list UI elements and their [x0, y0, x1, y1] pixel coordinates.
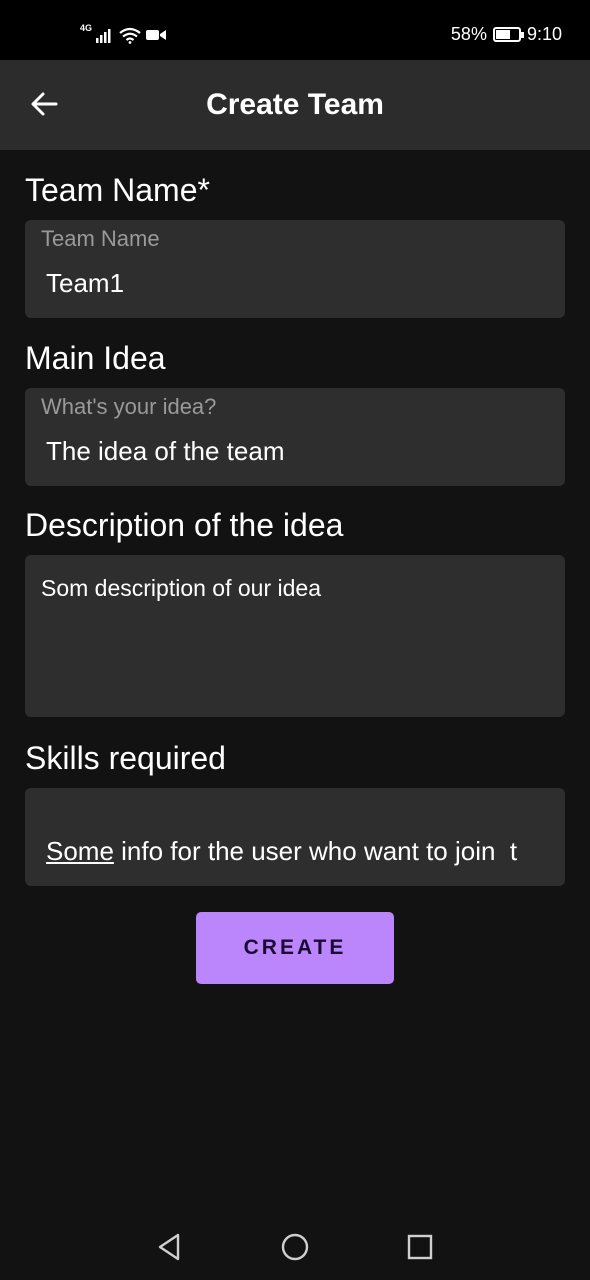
main-idea-label: Main Idea	[25, 340, 166, 376]
description-label: Description of the idea	[25, 507, 344, 543]
skills-value: Some info for the user who want to join …	[46, 836, 517, 867]
video-camera-icon	[146, 30, 167, 40]
page-title: Create Team	[206, 88, 384, 121]
main-idea-hint: What's your idea?	[41, 394, 217, 419]
skills-value-underlined: Some	[46, 836, 114, 866]
battery-cap	[520, 32, 524, 38]
battery-icon	[492, 27, 524, 42]
status-icons-right: 58% 9:10	[451, 24, 562, 45]
skills-field[interactable]: Some info for the user who want to join …	[25, 788, 565, 886]
battery-fill	[495, 30, 510, 39]
description-field[interactable]: Som description of our idea	[25, 555, 565, 717]
main-idea-value: The idea of the team	[46, 436, 285, 466]
signal-icon	[96, 29, 111, 43]
clock: 9:10	[526, 24, 562, 44]
nav-home-button[interactable]	[278, 1230, 312, 1264]
circle-home-icon	[281, 1233, 309, 1261]
wifi-icon	[119, 27, 141, 44]
main-idea-field[interactable]: What's your idea? The idea of the team	[25, 388, 565, 486]
system-nav-bar	[0, 1210, 590, 1280]
description-value: Som description of our idea	[41, 575, 321, 601]
skills-value-rest: info for the user who want to join t	[113, 836, 518, 866]
app-bar: Create Team	[0, 60, 590, 150]
triangle-back-icon	[158, 1233, 180, 1261]
team-name-label: Team Name*	[25, 172, 210, 208]
nav-back-button[interactable]	[152, 1230, 186, 1264]
square-recents-icon	[407, 1234, 433, 1260]
team-name-value: Team1	[46, 268, 125, 298]
status-bar: 4G 58% 9:10	[0, 0, 590, 60]
battery-percent: 58%	[450, 24, 487, 44]
skills-label: Skills required	[25, 740, 226, 776]
status-icons-left: 4G	[80, 23, 167, 44]
team-name-field[interactable]: Team Name Team1	[25, 220, 565, 318]
create-button[interactable]: CREATE	[196, 912, 394, 984]
team-name-hint: Team Name	[41, 226, 160, 251]
nav-recents-button[interactable]	[403, 1230, 437, 1264]
network-type: 4G	[80, 23, 93, 33]
